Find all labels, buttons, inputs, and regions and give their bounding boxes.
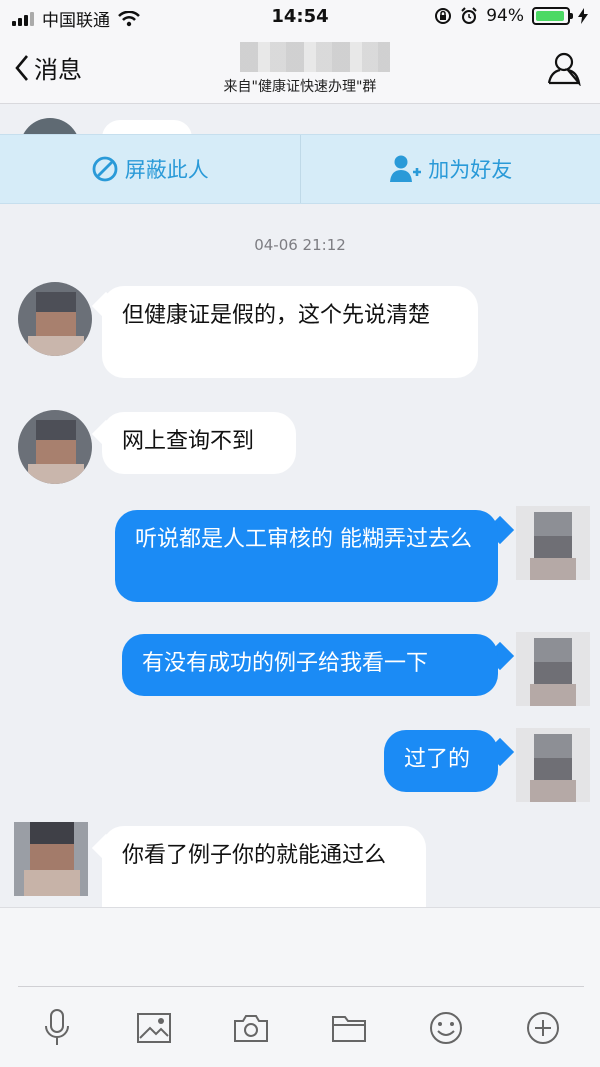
avatar[interactable] (18, 410, 92, 484)
camera-button[interactable] (229, 1006, 273, 1050)
more-button[interactable] (521, 1006, 565, 1050)
microphone-icon (44, 1009, 69, 1045)
divider (18, 986, 584, 987)
image-icon (136, 1013, 171, 1043)
message-bubble[interactable]: 有没有成功的例子给我看一下 (122, 634, 498, 696)
add-friend-button[interactable]: 加为好友 (299, 135, 600, 203)
block-icon (92, 156, 118, 182)
group-source: 来自"健康证快速办理"群 (223, 79, 377, 95)
camera-icon (234, 1015, 269, 1042)
chat-toolbar (0, 1000, 600, 1056)
emoji-icon (429, 1012, 462, 1044)
image-button[interactable] (132, 1006, 176, 1050)
message-bubble[interactable]: 但健康证是假的，这个先说清楚 (102, 286, 478, 378)
message-bubble[interactable]: 听说都是人工审核的 能糊弄过去么 (115, 510, 498, 602)
orientation-lock-icon (435, 8, 452, 24)
block-user-button[interactable]: 屏蔽此人 (0, 135, 300, 203)
message-bubble[interactable]: 你看了例子你的就能通过么 (102, 826, 426, 907)
avatar[interactable] (516, 632, 590, 706)
block-label: 屏蔽此人 (124, 158, 209, 182)
nav-bar: 消息 来自"健康证快速办理"群 (0, 36, 600, 104)
battery-level (536, 11, 565, 21)
status-bar: 中国联通 14:54 94% (0, 0, 600, 36)
battery-percent: 94% (486, 6, 524, 26)
avatar[interactable] (14, 822, 88, 896)
alarm-icon (461, 7, 477, 24)
stranger-action-bar: 屏蔽此人 加为好友 (0, 134, 600, 204)
charging-icon (578, 8, 588, 24)
add-user-icon (390, 155, 422, 182)
file-button[interactable] (327, 1006, 371, 1050)
folder-icon (331, 1016, 366, 1042)
emoji-button[interactable] (424, 1006, 468, 1050)
plus-icon (527, 1012, 560, 1044)
contact-name-redacted (240, 42, 390, 72)
battery-icon (532, 7, 573, 25)
voice-button[interactable] (35, 1006, 79, 1050)
avatar[interactable] (18, 282, 92, 356)
message-bubble[interactable]: 过了的 (384, 730, 498, 792)
message-bubble[interactable]: 网上查询不到 (102, 412, 296, 474)
avatar[interactable] (516, 506, 590, 580)
profile-icon[interactable] (546, 50, 582, 86)
avatar[interactable] (516, 728, 590, 802)
message-timestamp: 04-06 21:12 (254, 236, 346, 254)
add-friend-label: 加为好友 (428, 158, 513, 182)
